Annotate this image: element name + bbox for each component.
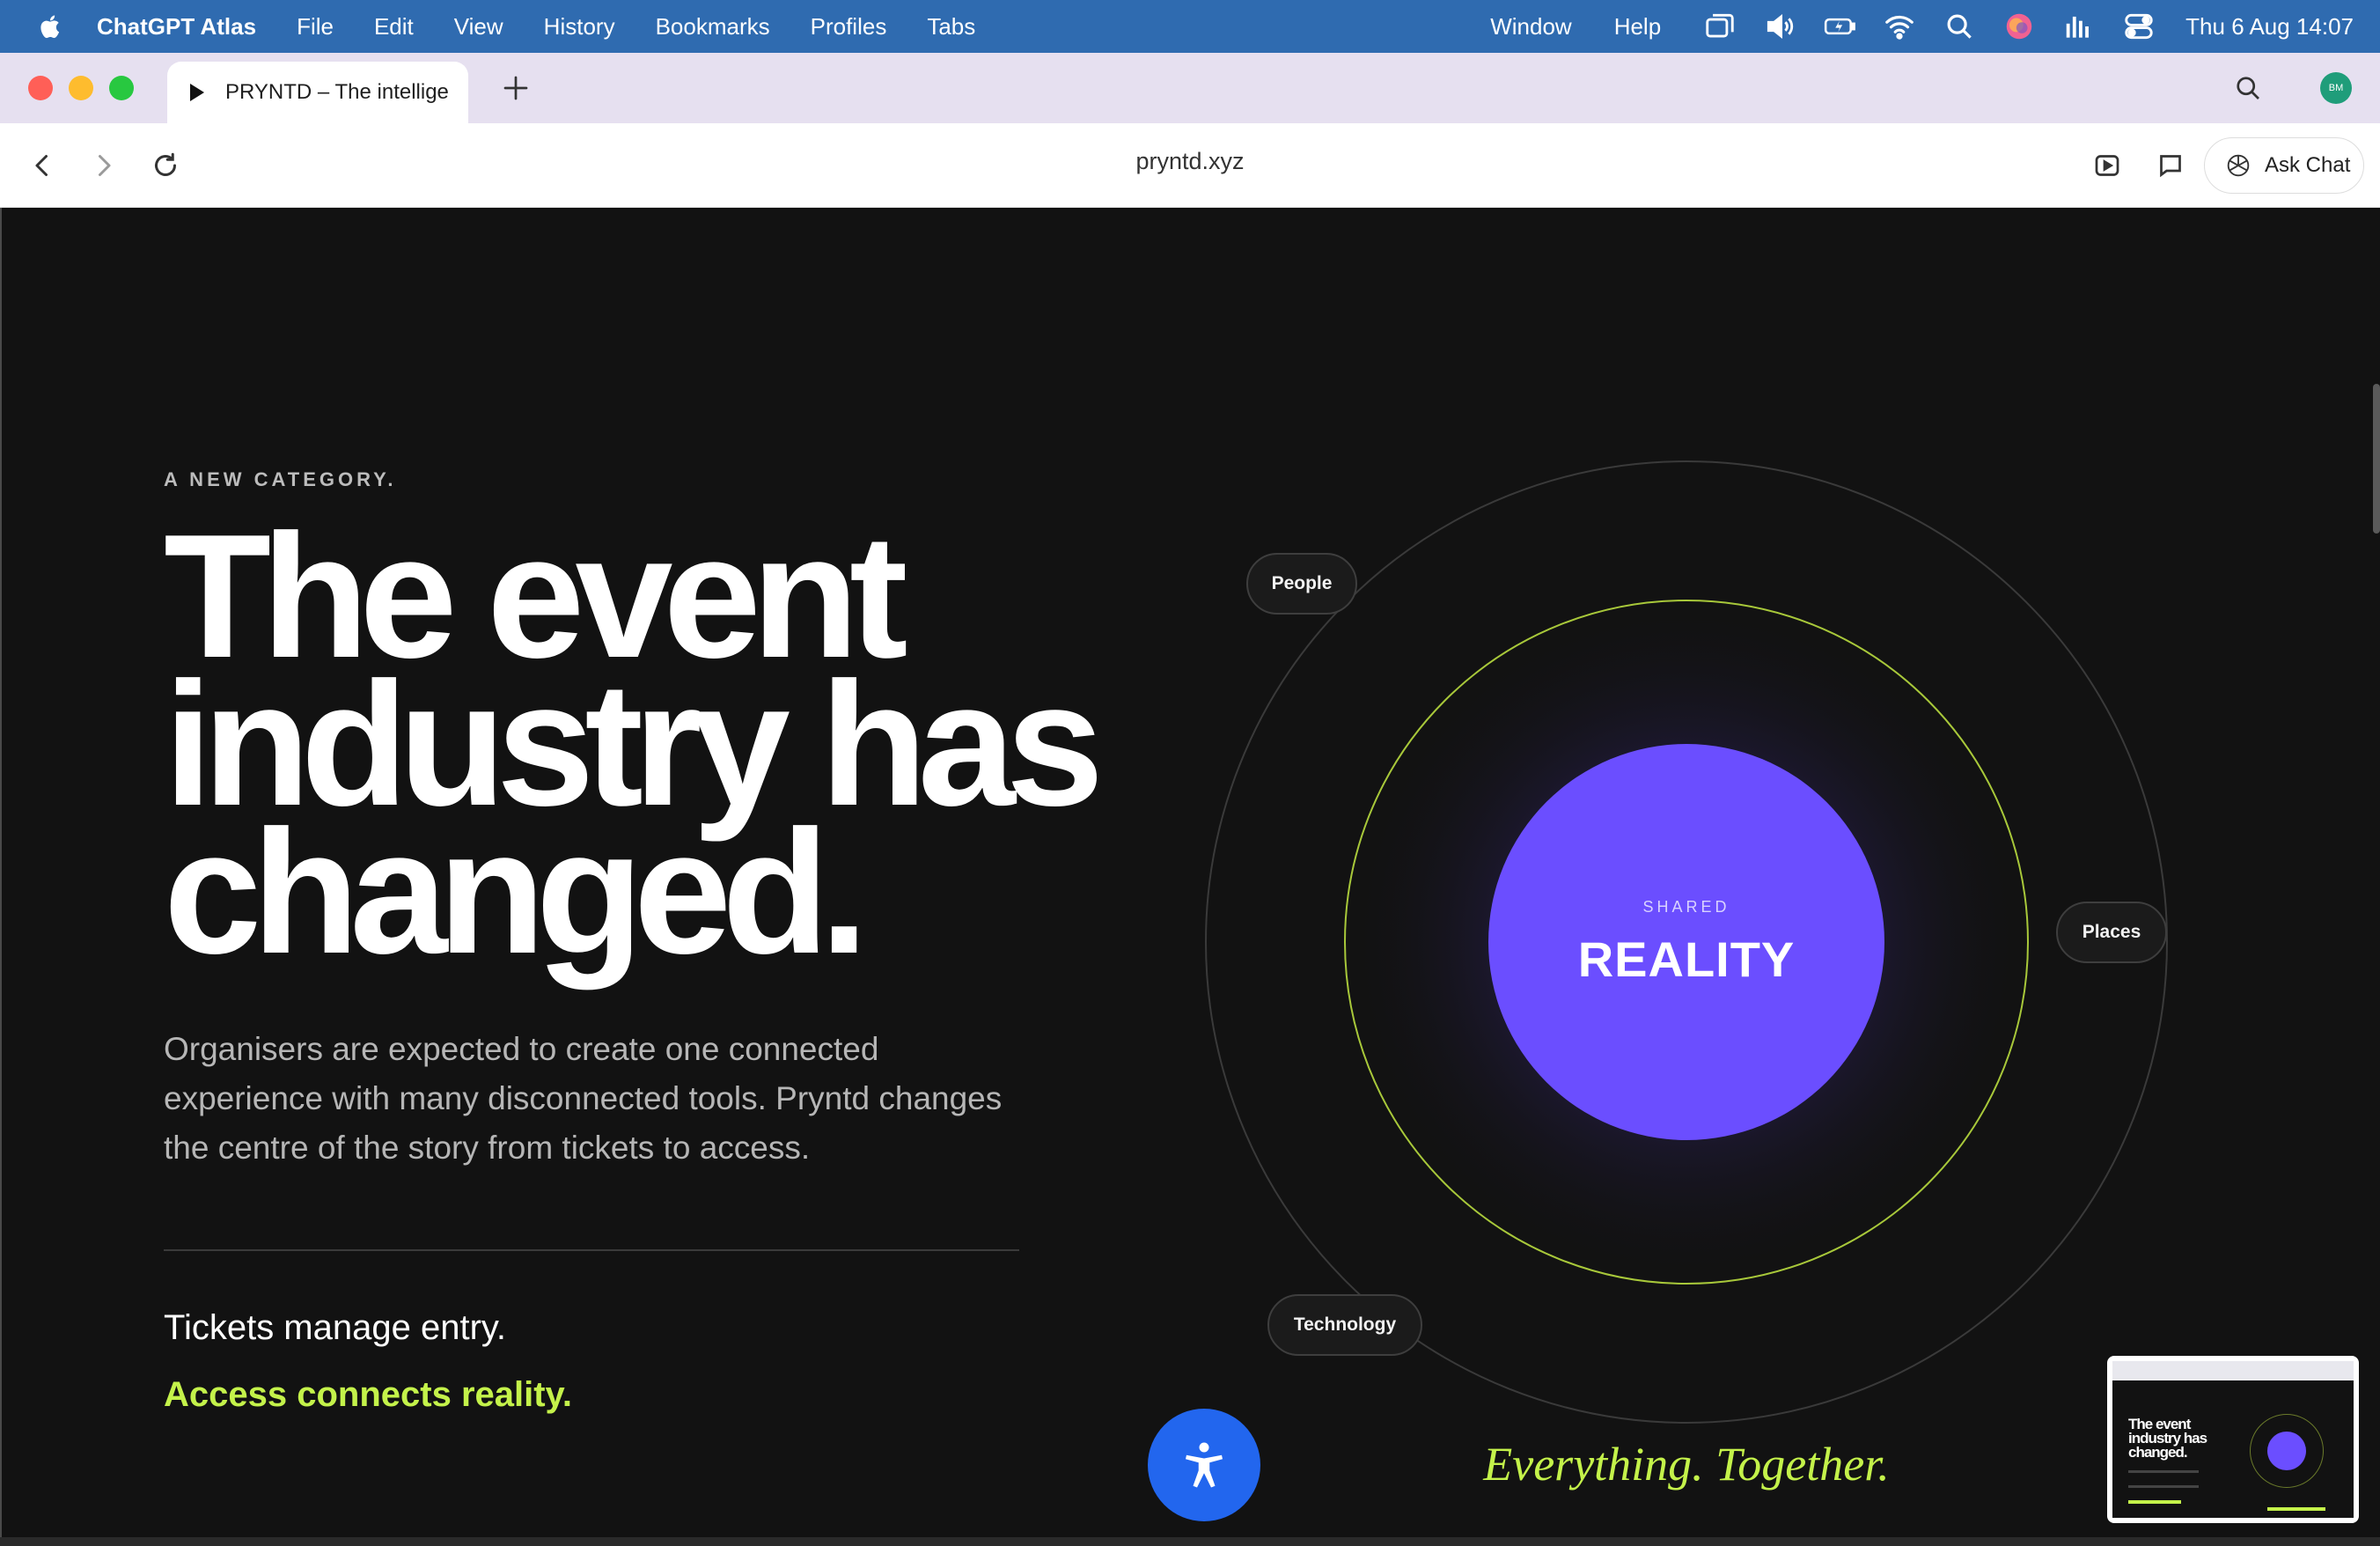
hero-lede: Organisers are expected to create one co…: [164, 1031, 1003, 1166]
close-window-button[interactable]: [28, 76, 53, 100]
minimize-window-button[interactable]: [69, 76, 93, 100]
thumbnail-content: The event industry has changed.: [2112, 1361, 2354, 1518]
stats-icon[interactable]: [2062, 10, 2096, 43]
node-places: Places: [2056, 902, 2167, 963]
thumbnail-core: [2267, 1432, 2306, 1470]
thumbnail-lines: [2128, 1470, 2199, 1488]
tagline: Everything. Together.: [1483, 1438, 1890, 1491]
thumbnail-headline: The event industry has changed.: [2128, 1416, 2207, 1461]
menu-profiles[interactable]: Profiles: [811, 13, 887, 40]
accessibility-icon: [1186, 1442, 1223, 1488]
volume-icon[interactable]: [1763, 10, 1796, 43]
page-scrollbar[interactable]: [2373, 384, 2380, 534]
window-bottom-edge: [0, 1537, 2380, 1546]
accessibility-button[interactable]: [1148, 1409, 1260, 1521]
spotlight-icon[interactable]: [1943, 10, 1976, 43]
ask-chat-label: Ask Chat: [2265, 153, 2351, 177]
menu-edit[interactable]: Edit: [374, 13, 414, 40]
node-technology: Technology: [1267, 1294, 1422, 1356]
menu-window[interactable]: Window: [1490, 13, 1571, 40]
menu-view[interactable]: View: [454, 13, 503, 40]
reload-icon[interactable]: [150, 150, 181, 181]
new-tab-icon[interactable]: [500, 72, 532, 104]
avatar[interactable]: BM: [2320, 72, 2352, 104]
core-label: SHARED REALITY: [1488, 898, 1885, 988]
thumbnail-tagline: [2267, 1507, 2325, 1511]
menu-clock[interactable]: Thu 6 Aug 14:07: [2185, 13, 2354, 40]
tab-title: PRYNTD – The intellige: [225, 80, 449, 104]
menu-app-name[interactable]: ChatGPT Atlas: [97, 13, 256, 40]
core-label-big: REALITY: [1577, 931, 1796, 987]
battery-icon[interactable]: [1823, 10, 1856, 43]
browser-toolbar: pryntd.xyz Ask Chat: [0, 123, 2380, 208]
menu-bookmarks[interactable]: Bookmarks: [656, 13, 770, 40]
menu-bar: ChatGPT Atlas File Edit View History Boo…: [0, 0, 2380, 53]
menu-history[interactable]: History: [544, 13, 615, 40]
picture-in-picture-icon[interactable]: [2091, 150, 2123, 181]
control-center-icon[interactable]: [2122, 10, 2156, 43]
page-preview-thumbnail[interactable]: The event industry has changed.: [2107, 1356, 2359, 1523]
menu-file[interactable]: File: [297, 13, 334, 40]
forward-icon[interactable]: [88, 150, 120, 181]
back-icon[interactable]: [26, 150, 58, 181]
tab-pryntd[interactable]: PRYNTD – The intellige: [167, 62, 468, 123]
menu-help[interactable]: Help: [1614, 13, 1661, 40]
thumbnail-chrome: [2112, 1361, 2354, 1380]
menu-tabs[interactable]: Tabs: [927, 13, 975, 40]
pryntd-favicon-icon: [190, 84, 204, 101]
chatgpt-logo-icon: [2227, 154, 2250, 177]
chat-bubble-icon[interactable]: [2155, 150, 2186, 181]
thumbnail-access-line: [2128, 1500, 2181, 1504]
window-icon[interactable]: [1703, 10, 1737, 43]
ask-chat-button[interactable]: Ask Chat: [2204, 137, 2364, 194]
hero-headline: The event industry has changed.: [164, 509, 1132, 981]
tab-bar: PRYNTD – The intellige BM: [0, 53, 2380, 123]
wifi-icon[interactable]: [1883, 10, 1916, 43]
access-line: Access connects reality.: [164, 1375, 572, 1414]
eyebrow-label: A NEW CATEGORY.: [164, 468, 397, 490]
address-bar[interactable]: pryntd.xyz: [1056, 148, 1324, 175]
node-people: People: [1246, 553, 1357, 615]
hero-divider: [164, 1249, 1019, 1251]
search-tabs-icon[interactable]: [2232, 72, 2264, 104]
core-label-small: SHARED: [1642, 898, 1730, 916]
tickets-line: Tickets manage entry.: [164, 1308, 507, 1347]
apple-icon[interactable]: [37, 12, 65, 40]
siri-icon[interactable]: [2002, 10, 2036, 43]
zoom-window-button[interactable]: [109, 76, 134, 100]
